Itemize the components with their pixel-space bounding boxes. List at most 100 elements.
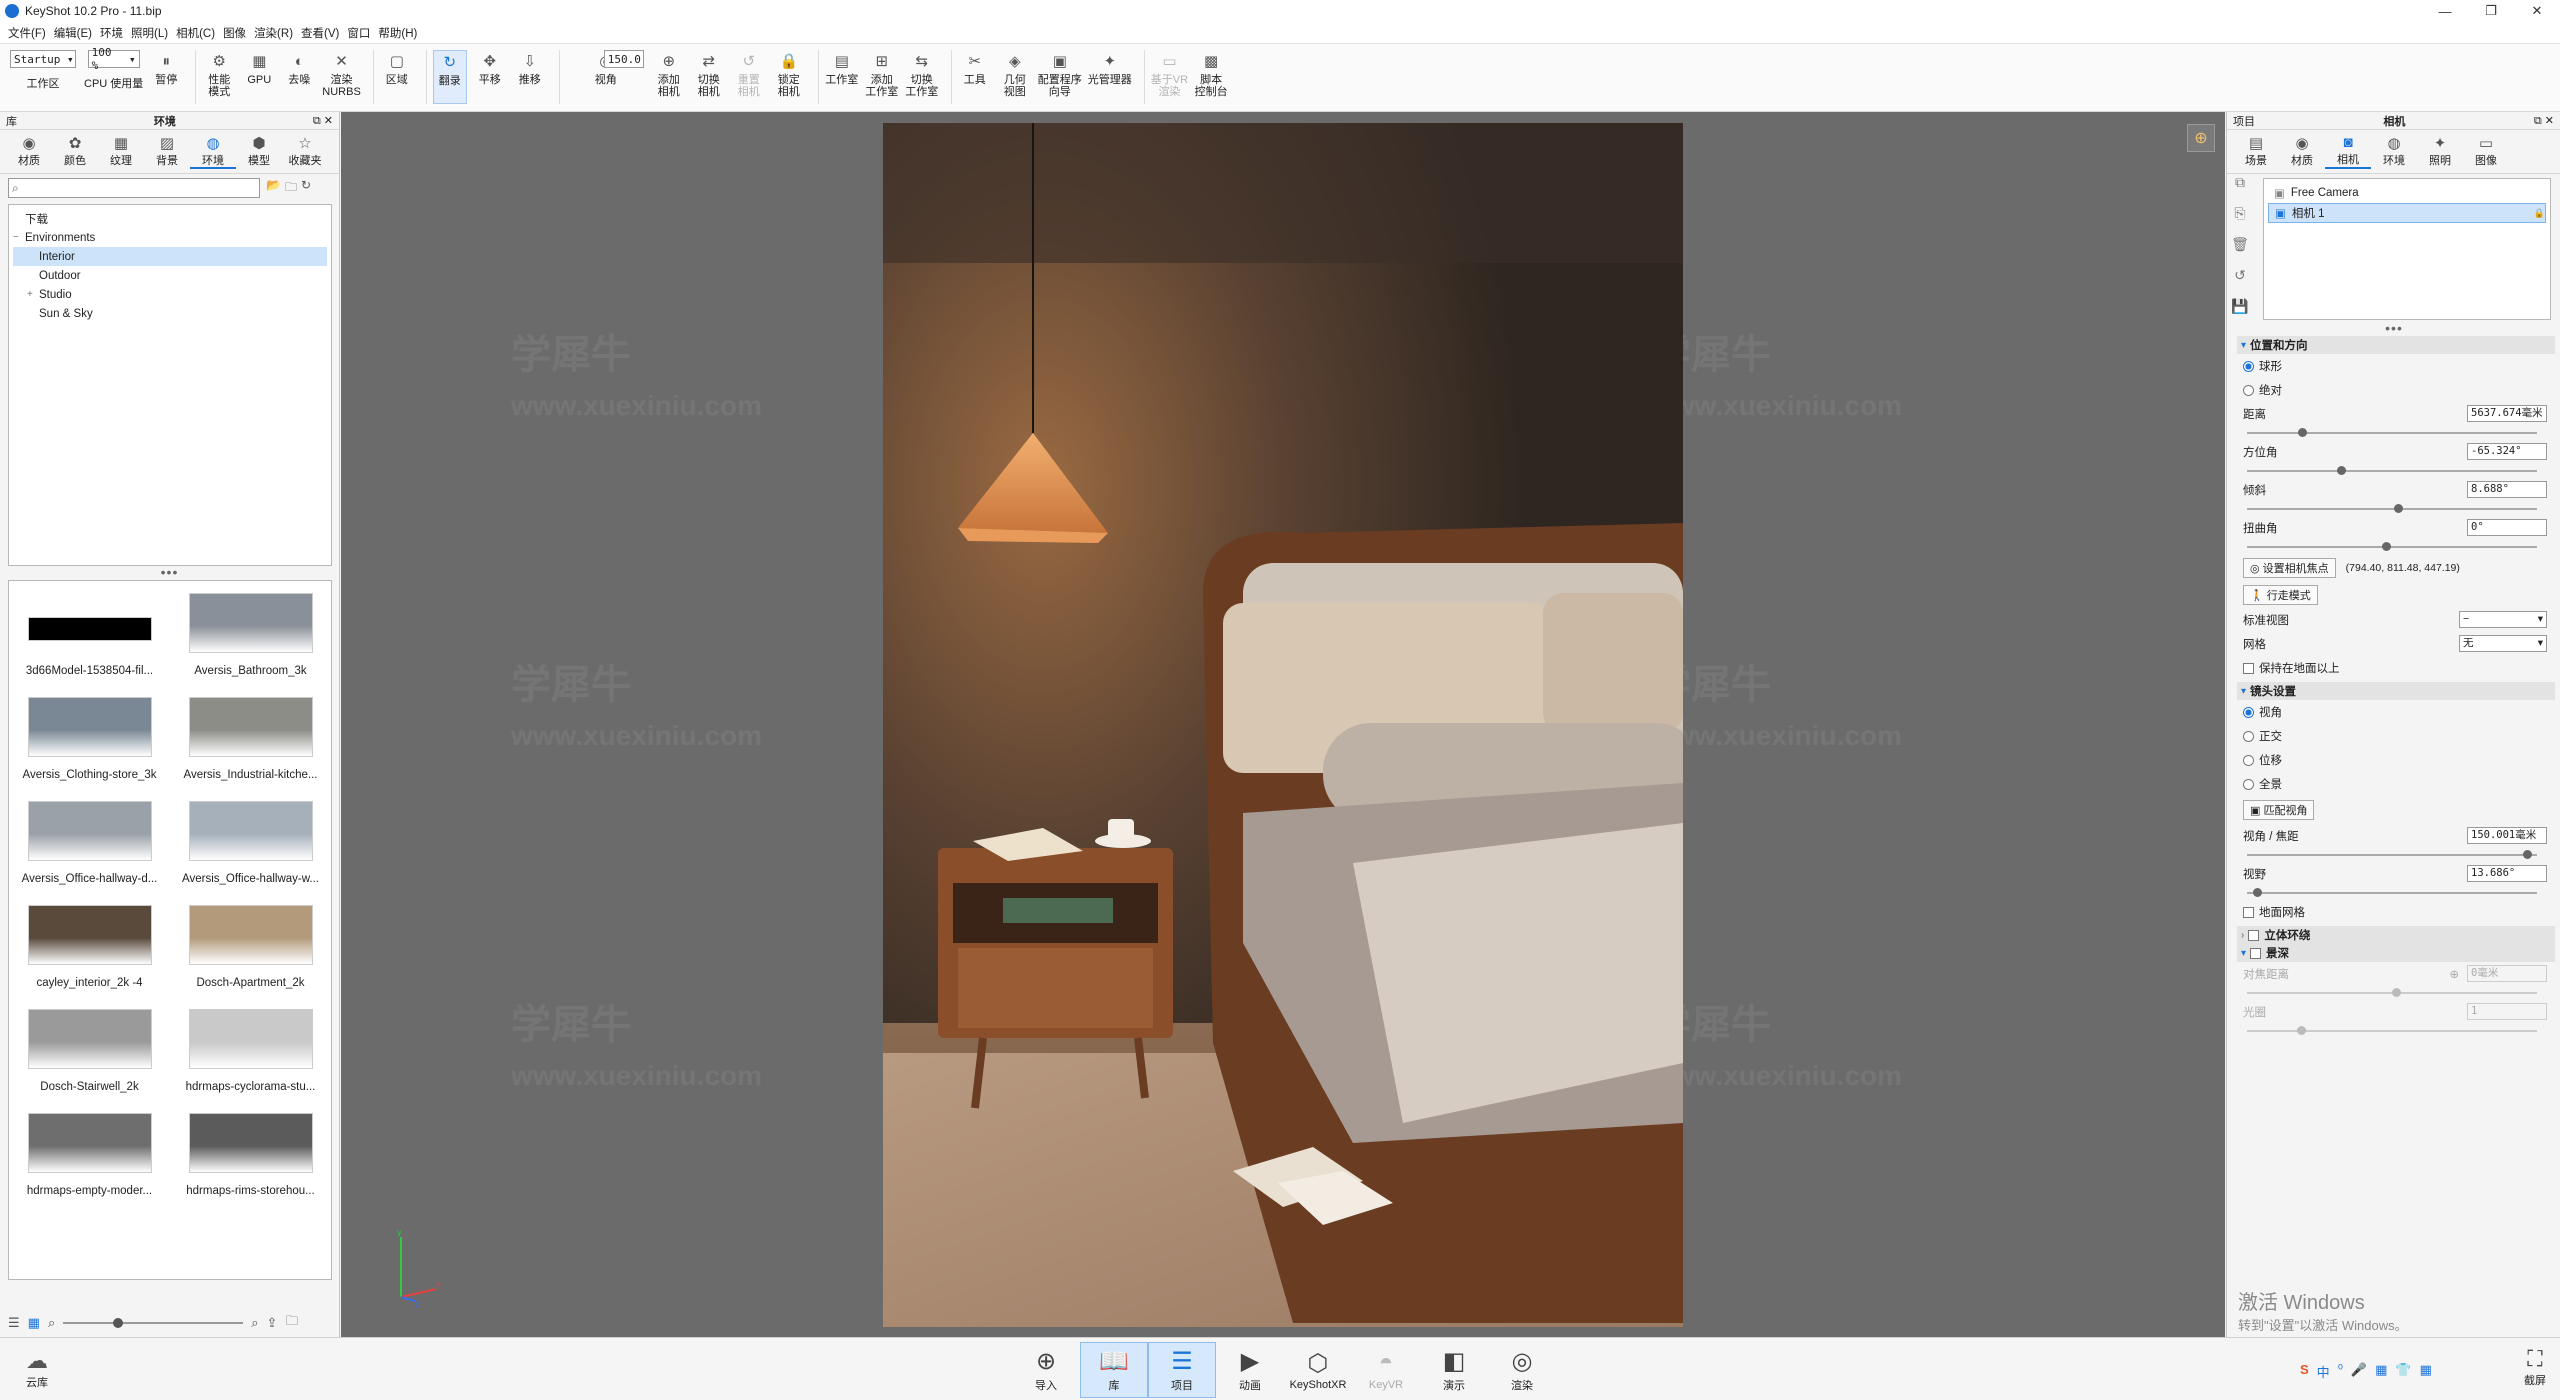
- fov-button[interactable]: ◎视角150.0: [566, 50, 646, 104]
- lens-shift-radio[interactable]: 位移: [2237, 748, 2555, 772]
- dof-section-header[interactable]: ▾ 景深: [2237, 944, 2555, 962]
- tab-lighting[interactable]: ✦ 照明: [2417, 134, 2463, 169]
- environment-thumbnail[interactable]: 3d66Model-1538504-fil...: [9, 593, 170, 697]
- environment-thumbnail[interactable]: hdrmaps-rims-storehou...: [170, 1113, 331, 1217]
- thumbnail-size-slider[interactable]: [63, 1318, 244, 1328]
- environment-thumbnail[interactable]: hdrmaps-empty-moder...: [9, 1113, 170, 1217]
- match-fov-button[interactable]: ▣ 匹配视角: [2243, 800, 2315, 820]
- folder-icon[interactable]: 🗀: [285, 1312, 298, 1334]
- add-camera-button[interactable]: ⊕ 添加 相机: [652, 50, 686, 104]
- tray-icon[interactable]: 🎤: [2351, 1362, 2367, 1381]
- menu-item[interactable]: 窗口: [343, 25, 374, 41]
- tree-item[interactable]: + Studio: [13, 285, 327, 304]
- tab-camera[interactable]: ◙ 相机: [2325, 134, 2371, 169]
- standard-view-dropdown[interactable]: − ▾: [2459, 611, 2547, 628]
- presentation-button[interactable]: ◧ 演示: [1420, 1342, 1488, 1398]
- tree-item[interactable]: 下载: [13, 209, 327, 228]
- minimize-button[interactable]: —: [2422, 0, 2468, 22]
- menu-item[interactable]: 照明(L): [127, 25, 172, 41]
- tab-materials[interactable]: ◉ 材质: [6, 134, 52, 169]
- tab-textures[interactable]: ▦ 纹理: [98, 134, 144, 169]
- grid-dropdown[interactable]: 无 ▾: [2459, 635, 2547, 652]
- fov-focal-input[interactable]: 150.001毫米: [2467, 827, 2547, 844]
- camera-list-item[interactable]: ▣ Free Camera: [2268, 183, 2546, 203]
- lens-panorama-radio[interactable]: 全景: [2237, 772, 2555, 796]
- menu-item[interactable]: 相机(C): [172, 25, 219, 41]
- studio-button[interactable]: ▤ 工作室: [825, 50, 859, 104]
- add-studio-button[interactable]: ⊞ 添加 工作室: [865, 50, 899, 104]
- distance-slider[interactable]: [2247, 426, 2555, 440]
- tree-expander[interactable]: −: [13, 232, 25, 243]
- environment-thumbnail[interactable]: Dosch-Stairwell_2k: [9, 1009, 170, 1113]
- mode-spherical-radio[interactable]: 球形: [2237, 354, 2555, 378]
- tray-icon[interactable]: 中: [2317, 1362, 2330, 1381]
- lens-ortho-radio[interactable]: 正交: [2237, 724, 2555, 748]
- reset-icon[interactable]: ↺: [2234, 267, 2246, 284]
- zoom-in-icon[interactable]: ⌕: [251, 1315, 258, 1331]
- library-search-input[interactable]: ⌕: [8, 178, 260, 198]
- crosshair-icon[interactable]: ⊕: [2449, 967, 2459, 981]
- slider-knob[interactable]: [2382, 542, 2391, 551]
- script-console-button[interactable]: ▩ 脚本 控制台: [1194, 50, 1228, 104]
- stereo-section-header[interactable]: › 立体环绕: [2237, 926, 2555, 944]
- import-button[interactable]: ⊕ 导入: [1012, 1342, 1080, 1398]
- aperture-slider[interactable]: [2247, 1024, 2555, 1038]
- environment-thumbnail[interactable]: Aversis_Clothing-store_3k: [9, 697, 170, 801]
- set-focus-button[interactable]: ◎ 设置相机焦点: [2243, 558, 2336, 578]
- field-of-view-slider[interactable]: [2247, 886, 2555, 900]
- pause-button[interactable]: ⏸ 暂停: [149, 50, 183, 104]
- camera-list-item[interactable]: ▣ 相机 1 🔒: [2268, 203, 2546, 223]
- menu-item[interactable]: 帮助(H): [374, 25, 421, 41]
- keyshotxr-button[interactable]: ⬡ KeyShotXR: [1284, 1342, 1352, 1398]
- render-viewport[interactable]: 学犀牛 www.xuexiniu.com 学犀牛 www.xuexiniu.com …: [341, 112, 2225, 1337]
- tab-models[interactable]: ⬢ 模型: [236, 134, 282, 169]
- menu-item[interactable]: 编辑(E): [50, 25, 96, 41]
- workspace-selector[interactable]: Startup ▾ 工作区: [8, 50, 78, 90]
- gpu-button[interactable]: ▦ GPU: [242, 50, 276, 104]
- light-manager-button[interactable]: ✦ 光管理器: [1088, 50, 1132, 104]
- azimuth-slider[interactable]: [2247, 464, 2555, 478]
- lock-camera-button[interactable]: 🔒 锁定 相机: [772, 50, 806, 104]
- panel-controls[interactable]: ⧉ ✕: [313, 114, 333, 128]
- lens-fov-radio[interactable]: 视角: [2237, 700, 2555, 724]
- tools-button[interactable]: ✂ 工具: [958, 50, 992, 104]
- menu-item[interactable]: 文件(F): [4, 25, 50, 41]
- tree-item[interactable]: Sun & Sky: [13, 304, 327, 323]
- environment-thumbnail[interactable]: Aversis_Office-hallway-w...: [170, 801, 331, 905]
- twist-slider[interactable]: [2247, 540, 2555, 554]
- configurator-button[interactable]: ▣ 配置程序 向导: [1038, 50, 1082, 104]
- slider-knob[interactable]: [2253, 888, 2262, 897]
- keyvr-button[interactable]: ◓ KeyVR: [1352, 1342, 1420, 1398]
- maximize-button[interactable]: ❐: [2468, 0, 2514, 22]
- dolly-button[interactable]: ⇩ 推移: [513, 50, 547, 104]
- vr-render-button[interactable]: ▭ 基于VR 渲染: [1151, 50, 1188, 104]
- tab-favorites[interactable]: ☆ 收藏夹: [282, 134, 328, 169]
- distance-input[interactable]: 5637.674毫米: [2467, 405, 2547, 422]
- fov-input[interactable]: 150.0: [603, 50, 644, 68]
- lock-icon[interactable]: 🔒: [2534, 208, 2545, 219]
- tab-image[interactable]: ▭ 图像: [2463, 134, 2509, 169]
- copy-icon[interactable]: ⎘: [2234, 205, 2245, 222]
- performance-button[interactable]: ⚙ 性能 模式: [202, 50, 236, 104]
- slider-knob[interactable]: [2394, 504, 2403, 513]
- slider-knob[interactable]: [2298, 428, 2307, 437]
- render-button[interactable]: ◎ 渲染: [1488, 1342, 1556, 1398]
- tree-item[interactable]: Outdoor: [13, 266, 327, 285]
- tumble-button[interactable]: ↻ 翻录: [432, 50, 467, 104]
- tab-scene[interactable]: ▤ 场景: [2233, 134, 2279, 169]
- region-button[interactable]: ▢ 区域: [380, 50, 414, 104]
- tab-backgrounds[interactable]: ▨ 背景: [144, 134, 190, 169]
- library-button[interactable]: 📖 库: [1080, 1342, 1148, 1398]
- tray-icon[interactable]: ⁰: [2338, 1362, 2343, 1381]
- position-section-header[interactable]: ▾ 位置和方向: [2237, 336, 2555, 354]
- tray-icon[interactable]: ▦: [2375, 1362, 2387, 1381]
- menu-item[interactable]: 环境: [96, 25, 127, 41]
- environment-thumbnail[interactable]: Aversis_Bathroom_3k: [170, 593, 331, 697]
- zoom-out-icon[interactable]: ⌕: [48, 1315, 55, 1331]
- slider-knob[interactable]: [2337, 466, 2346, 475]
- environment-thumbnail[interactable]: Aversis_Industrial-kitche...: [170, 697, 331, 801]
- environment-thumbnail[interactable]: Aversis_Office-hallway-d...: [9, 801, 170, 905]
- animation-button[interactable]: ▶ 动画: [1216, 1342, 1284, 1398]
- panel-splitter[interactable]: •••: [0, 565, 339, 580]
- ground-grid-checkbox[interactable]: 地面网格: [2237, 900, 2555, 924]
